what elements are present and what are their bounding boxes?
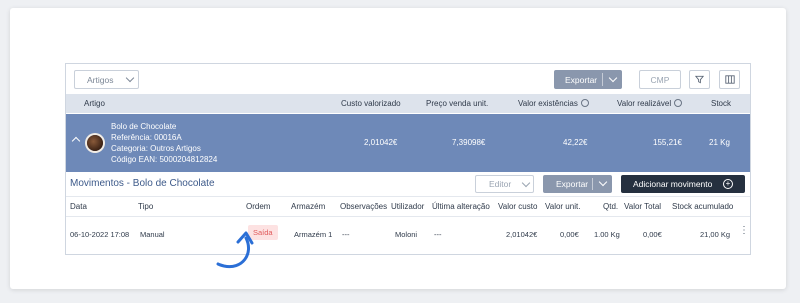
product-ean: Código EAN: 5000204812824 (111, 155, 218, 164)
preco-venda-value: 7,39098€ (452, 138, 486, 147)
row-observacoes: --- (342, 230, 350, 239)
info-icon (674, 98, 683, 107)
valor-existencias-value: 42,22€ (563, 138, 588, 147)
table-row[interactable]: 06-10-2022 17:08 Manual Saída Armazém 1 … (66, 217, 750, 249)
selected-article-row[interactable]: Bolo de Chocolate Referência: 00016A Cat… (66, 114, 750, 172)
row-valor-unit: 0,00€ (560, 230, 579, 239)
info-icon (580, 98, 589, 107)
header-stock: Stock (711, 99, 732, 108)
movimentos-header: Data Tipo Ordem Armazém Observações Util… (66, 197, 750, 217)
content-card: Artigos Exportar CMP Artigo Custo valori… (10, 8, 786, 289)
header-valor-custo: Valor custo (498, 202, 538, 211)
exportar-divider (602, 73, 603, 86)
filter-icon (695, 75, 704, 84)
columns-icon (724, 75, 735, 84)
row-valor-total: 0,00€ (643, 230, 662, 239)
artigos-dropdown[interactable]: Artigos (74, 70, 139, 89)
adicionar-movimento-label: Adicionar movimento (633, 179, 713, 189)
stock-panel: Artigos Exportar CMP Artigo Custo valori… (65, 63, 751, 255)
row-data: 06-10-2022 17:08 (70, 230, 130, 239)
header-armazem: Armazém (291, 202, 326, 211)
header-valor-existencias: Valor existências (518, 99, 578, 108)
header-valor-realizavel: Valor realizável (617, 99, 672, 108)
cmp-label: CMP (650, 74, 670, 85)
row-tipo: Manual (140, 230, 165, 239)
header-data: Data (70, 202, 87, 211)
header-tipo: Tipo (138, 202, 154, 211)
chevron-down-icon (521, 178, 531, 187)
header-artigo: Artigo (84, 99, 105, 108)
chevron-down-icon (598, 177, 608, 187)
valor-realizavel-value: 155,21€ (653, 138, 682, 147)
chevron-down-icon (608, 73, 618, 83)
header-ultima-alteracao: Última alteração (432, 202, 490, 211)
editor-dropdown[interactable]: Editor (475, 175, 534, 193)
row-ultima-alteracao: --- (434, 230, 442, 239)
header-stock-acumulado: Stock acumulado (672, 202, 734, 211)
header-preco-venda: Preço venda unit. (426, 99, 489, 108)
more-options-icon[interactable]: ⋮ (739, 226, 749, 236)
chevron-down-icon (126, 73, 135, 83)
row-stock-acumulado: 21,00 Kg (700, 230, 731, 239)
row-qtd: 1.00 Kg (594, 230, 620, 239)
editor-label: Editor (489, 179, 512, 189)
header-valor-existencias-wrap: Valor existências (518, 98, 589, 108)
columns-button[interactable] (719, 70, 740, 89)
product-categoria: Categoria: Outros Artigos (111, 144, 201, 153)
movimentos-bar: Movimentos - Bolo de Chocolate Editor Ex… (66, 172, 750, 197)
row-utilizador: Moloni (395, 230, 418, 239)
product-referencia: Referência: 00016A (111, 133, 182, 142)
filter-button[interactable] (689, 70, 710, 89)
product-name: Bolo de Chocolate (111, 122, 177, 131)
exportar-button[interactable]: Exportar (554, 70, 622, 89)
header-valor-realizavel-wrap: Valor realizável (617, 98, 683, 108)
row-armazem: Armazém 1 (294, 230, 333, 239)
movimentos-title: Movimentos - Bolo de Chocolate (70, 178, 215, 189)
stock-value: 21 Kg (709, 138, 730, 147)
chevron-up-icon[interactable] (71, 136, 81, 146)
movimentos-exportar-label: Exportar (556, 179, 589, 189)
cmp-button[interactable]: CMP (639, 70, 681, 89)
exportar-label: Exportar (565, 74, 598, 85)
header-ordem: Ordem (246, 202, 271, 211)
table-header: Artigo Custo valorizado Preço venda unit… (66, 94, 750, 113)
annotation-arrow-icon (216, 231, 254, 269)
row-valor-custo: 2,01042€ (506, 230, 538, 239)
header-qtd: Qtd. (603, 202, 619, 211)
header-valor-total: Valor Total (624, 202, 662, 211)
product-thumbnail (87, 135, 103, 151)
movimentos-exportar-button[interactable]: Exportar (543, 175, 612, 193)
header-utilizador: Utilizador (391, 202, 425, 211)
adicionar-movimento-button[interactable]: Adicionar movimento + (621, 175, 745, 193)
header-valor-unit: Valor unit. (545, 202, 581, 211)
exportar-divider (592, 178, 593, 190)
plus-circle-icon: + (723, 179, 733, 189)
header-custo-valorizado: Custo valorizado (341, 99, 401, 108)
artigos-label: Artigos (87, 74, 114, 85)
custo-valorizado-value: 2,01042€ (364, 138, 398, 147)
header-observacoes: Observações (340, 202, 388, 211)
